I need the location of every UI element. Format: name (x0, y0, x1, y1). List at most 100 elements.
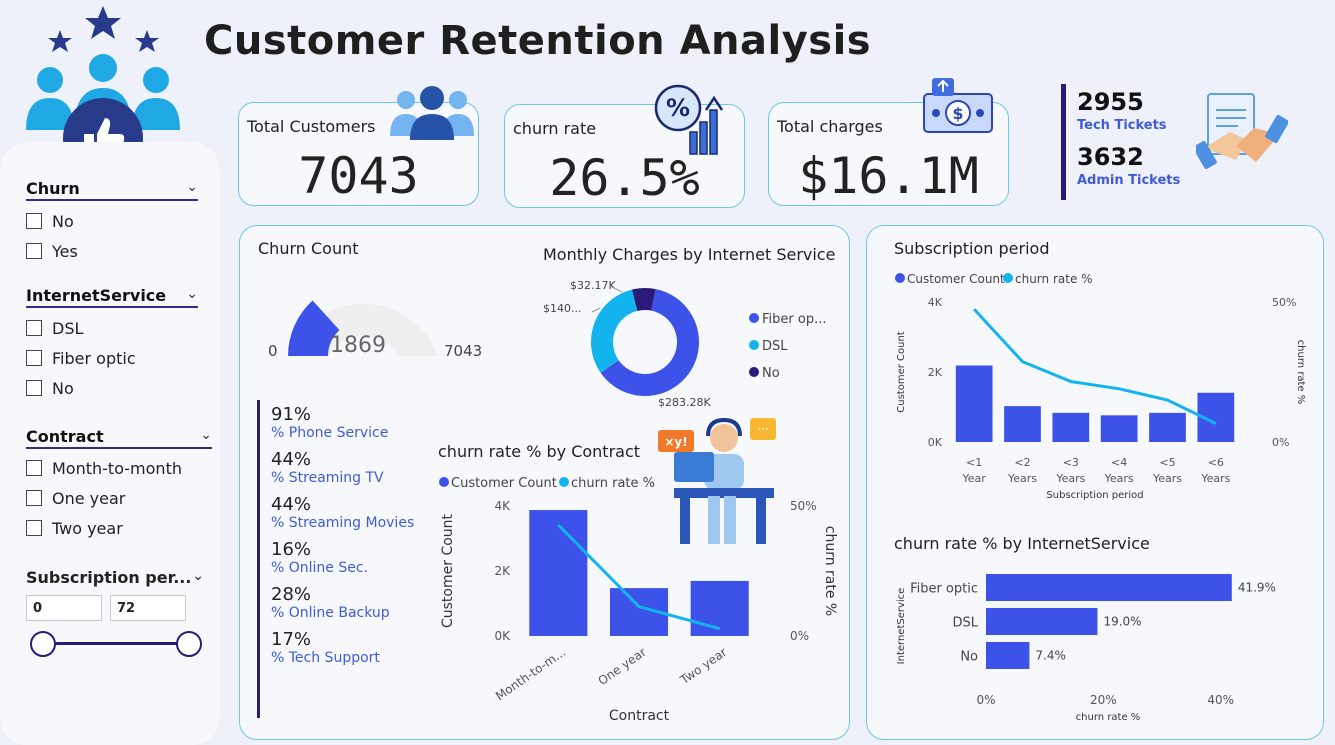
internet-option-fiber[interactable]: Fiber optic (26, 343, 198, 373)
y-tick-label: 2K (494, 564, 511, 578)
stat-label: % Streaming Movies (271, 515, 415, 531)
checkbox[interactable] (26, 350, 42, 366)
range-max-input[interactable]: 72 (110, 595, 186, 621)
x-axis-title: churn rate % (1076, 712, 1141, 723)
donut-slice (591, 289, 638, 373)
subscription-chart-title: Subscription period (894, 239, 1050, 258)
svg-text:$: $ (952, 104, 963, 123)
chevron-down-icon[interactable]: ⌄ (192, 568, 204, 587)
checkbox[interactable] (26, 213, 42, 229)
checkbox[interactable] (26, 460, 42, 476)
x-tick-label: <6 (1208, 456, 1224, 469)
y-axis-title: InternetService (896, 588, 907, 665)
internet-chart-title: churn rate % by InternetService (894, 534, 1150, 553)
service-stat: 44%% Streaming TV (271, 449, 414, 486)
data-label: 41.9% (1238, 581, 1276, 595)
x-axis-title: Subscription period (1046, 490, 1143, 501)
service-stat: 44%% Streaming Movies (271, 494, 414, 531)
checkbox[interactable] (26, 320, 42, 336)
contract-filter-header[interactable]: Contract ⌄ (26, 427, 212, 449)
y-tick-label: No (960, 650, 978, 665)
svg-text:%: % (666, 94, 690, 122)
data-label: $140... (543, 302, 581, 315)
stat-percent: 28% (271, 584, 312, 605)
kpi-value: $16.1M (798, 147, 979, 205)
contract-chart: Customer Count churn rate % 0K 2K 4K 0% 50% Mon… (439, 476, 838, 724)
x-tick-label: <4 (1111, 456, 1127, 469)
slider-handle-min[interactable] (30, 631, 56, 657)
subscription-filter-header[interactable]: Subscription per... ⌄ (26, 568, 204, 587)
chevron-down-icon[interactable]: ⌄ (186, 179, 198, 198)
churn-filter: Churn ⌄ No Yes (26, 179, 198, 266)
bar (986, 574, 1232, 601)
subscription-filter: Subscription per... ⌄ 0 72 (26, 568, 204, 659)
churn-filter-header[interactable]: Churn ⌄ (26, 179, 198, 201)
bar (986, 608, 1098, 635)
percent-growth-icon: % (650, 82, 726, 162)
stat-percent: 16% (271, 539, 312, 560)
internet-option-no[interactable]: No (26, 373, 198, 403)
legend-label: Fiber op... (762, 312, 826, 327)
range-slider[interactable] (26, 629, 204, 659)
service-stats: 91%% Phone Service 44%% Streaming TV 44%% … (271, 404, 414, 674)
contract-filter: Contract ⌄ Month-to-month One year Two y… (26, 427, 212, 543)
y-axis-title: Customer Count (440, 513, 456, 628)
chevron-down-icon[interactable]: ⌄ (186, 286, 198, 305)
legend-dot (559, 477, 569, 487)
stats-divider (257, 400, 260, 718)
y2-tick-label: 0% (1272, 436, 1289, 449)
churn-option-yes[interactable]: Yes (26, 236, 198, 266)
contract-chart-title: churn rate % by Contract (438, 442, 641, 461)
kpi-label: Total charges (777, 117, 883, 136)
x-tick-label: Year (962, 472, 987, 485)
internet-chart: 41.9% Fiber optic 19.0% DSL 7.4% No 0% 20% 40% ch… (896, 574, 1276, 723)
legend-label: Customer Count (451, 476, 557, 491)
churn-option-no[interactable]: No (26, 206, 198, 236)
users-group-icon (388, 84, 476, 144)
checkbox[interactable] (26, 490, 42, 506)
gauge-value: 1869 (330, 333, 386, 358)
page-title: Customer Retention Analysis (204, 18, 872, 64)
contract-option-two-year[interactable]: Two year (26, 513, 212, 543)
internet-filter-header[interactable]: InternetService ⌄ (26, 286, 198, 308)
checkbox[interactable] (26, 520, 42, 536)
handshake-contract-icon (1193, 88, 1289, 184)
support-agent-icon: ×y! ··· (658, 416, 778, 552)
range-min-input[interactable]: 0 (26, 595, 102, 621)
internet-filter-label: InternetService (26, 286, 167, 305)
data-label: 19.0% (1103, 615, 1141, 629)
internet-filter: InternetService ⌄ DSL Fiber optic No (26, 286, 198, 403)
x-tick-label: 40% (1207, 693, 1234, 707)
y-tick-label: 0K (928, 436, 943, 449)
chevron-down-icon[interactable]: ⌄ (200, 427, 212, 446)
option-label: Month-to-month (52, 458, 182, 478)
y-tick-label: 2K (928, 366, 943, 379)
slider-handle-max[interactable] (176, 631, 202, 657)
x-tick-label: <5 (1159, 456, 1175, 469)
contract-option-one-year[interactable]: One year (26, 483, 212, 513)
option-label: Fiber optic (52, 348, 136, 368)
service-stat: 91%% Phone Service (271, 404, 414, 441)
kpi-label: churn rate (513, 119, 597, 138)
x-tick-label: 0% (976, 693, 995, 707)
legend-dot (749, 340, 759, 350)
y-tick-label: 4K (928, 296, 943, 309)
x-tick-label: One year (596, 645, 649, 688)
option-label: No (52, 211, 74, 231)
internet-option-dsl[interactable]: DSL (26, 313, 198, 343)
bar (1149, 412, 1186, 442)
y-tick-label: Fiber optic (910, 582, 978, 597)
x-tick-label: <1 (966, 456, 982, 469)
x-tick-label: Years (1152, 472, 1182, 485)
x-tick-label: Two year (677, 645, 729, 688)
x-tick-label: Month-to-m... (493, 645, 568, 703)
stat-percent: 91% (271, 404, 312, 425)
x-tick-label: Years (1200, 472, 1230, 485)
service-stat: 28%% Online Backup (271, 584, 414, 621)
y2-axis-title: churn rate % (1295, 340, 1306, 405)
tech-tickets-value: 2955 (1077, 88, 1144, 116)
checkbox[interactable] (26, 243, 42, 259)
option-label: DSL (52, 318, 84, 338)
checkbox[interactable] (26, 380, 42, 396)
contract-option-monthly[interactable]: Month-to-month (26, 453, 212, 483)
